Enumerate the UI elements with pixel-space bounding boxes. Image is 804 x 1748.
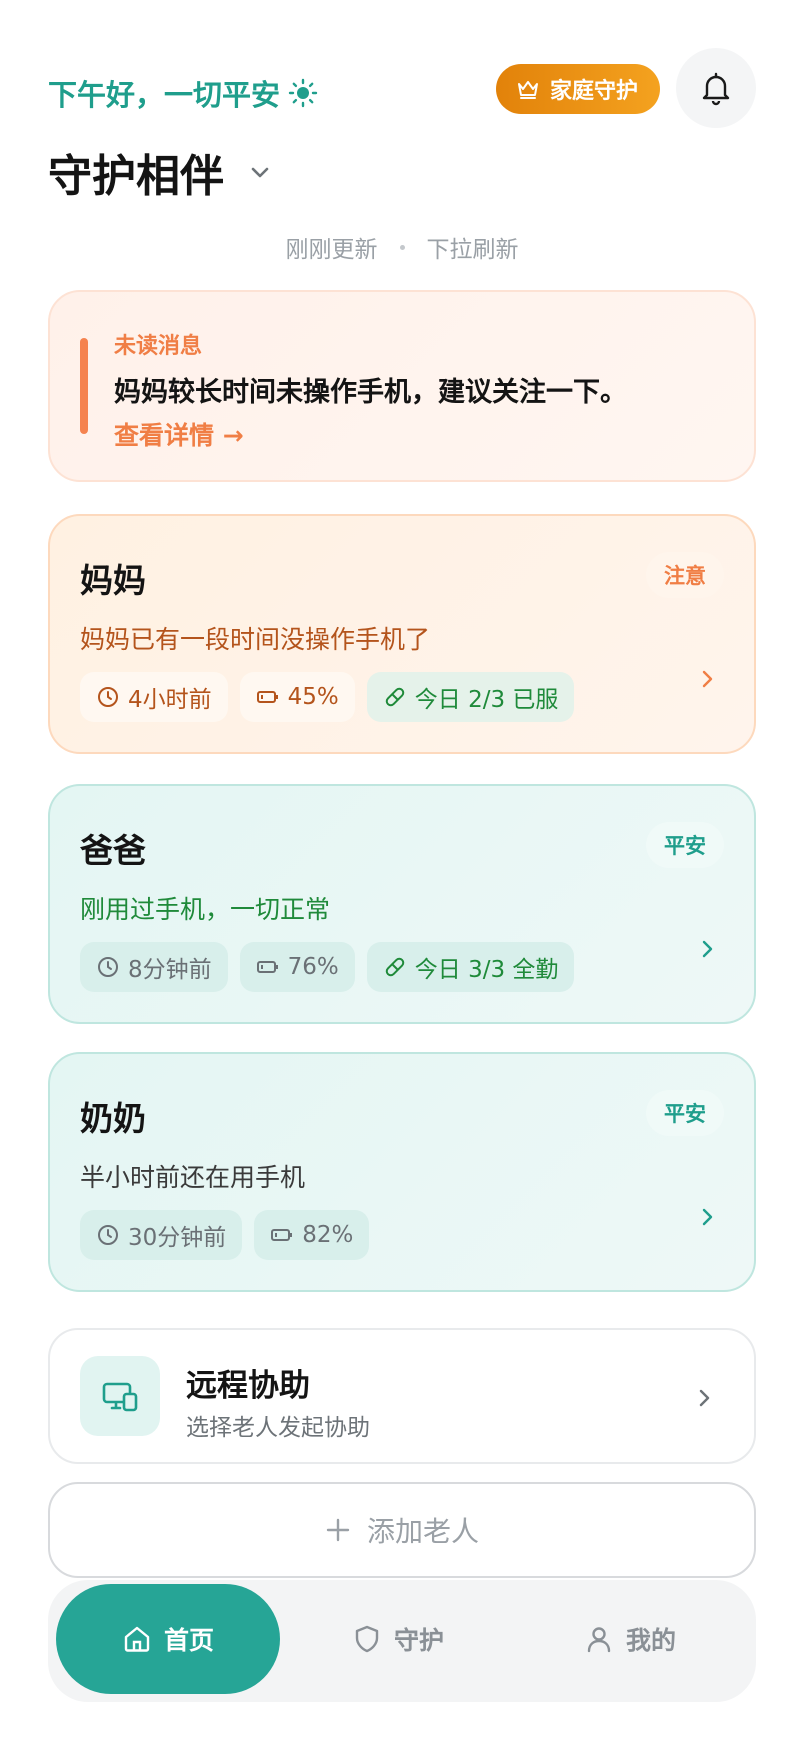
add-elder-button[interactable]: 添加老人: [48, 1482, 756, 1578]
notification-button[interactable]: [676, 48, 756, 128]
person-name: 妈妈: [80, 561, 146, 600]
last-active-value: 4小时前: [128, 687, 212, 713]
user-icon: [587, 1627, 611, 1653]
plus-icon: [326, 1518, 350, 1542]
info-chips: 4小时前 45% 今日 2/3 已服: [80, 672, 575, 722]
battery-icon: [256, 691, 278, 703]
pill-icon: [385, 957, 405, 977]
person-message: 妈妈已有一段时间没操作手机了: [80, 625, 431, 654]
medication-chip: 今日 3/3 全勤: [366, 942, 575, 992]
medication-value: 今日 2/3 已服: [414, 687, 559, 713]
battery-chip: 82%: [254, 1210, 370, 1260]
status-badge: 注意: [646, 552, 724, 598]
tab-home[interactable]: 首页: [56, 1584, 280, 1694]
status-badge: 平安: [646, 822, 724, 868]
remote-icon-box: [80, 1356, 160, 1436]
greeting-text: 下午好，一切平安: [48, 78, 281, 112]
chevron-right-icon[interactable]: [696, 938, 718, 960]
header: 下午好，一切平安 家庭守护: [48, 48, 756, 128]
bell-icon: [702, 72, 730, 106]
unread-alert-card[interactable]: 未读消息 妈妈较长时间未操作手机，建议关注一下。 查看详情 →: [48, 290, 756, 482]
clock-icon: [98, 957, 118, 977]
info-chips: 8分钟前 76% 今日 3/3 全勤: [80, 942, 575, 992]
battery-icon: [271, 1229, 293, 1241]
battery-chip: 76%: [239, 942, 355, 992]
battery-value: 45%: [287, 684, 339, 710]
tab-home-label: 首页: [163, 1626, 214, 1655]
page-title: 守护相伴: [48, 151, 224, 202]
alert-accent-bar: [80, 338, 88, 434]
last-active-chip: 30分钟前: [80, 1210, 243, 1260]
battery-value: 76%: [287, 954, 339, 980]
last-active-chip: 4小时前: [80, 672, 228, 722]
last-active-value: 30分钟前: [128, 1225, 227, 1251]
person-name: 爸爸: [80, 831, 146, 870]
battery-value: 82%: [302, 1222, 354, 1248]
battery-icon: [256, 961, 278, 973]
medication-value: 今日 3/3 全勤: [414, 957, 559, 983]
person-message: 半小时前还在用手机: [80, 1163, 306, 1192]
add-elder-label: 添加老人: [366, 1515, 479, 1548]
tab-mine[interactable]: 我的: [540, 1584, 720, 1694]
person-message: 刚用过手机，一切正常: [80, 895, 331, 924]
info-chips: 30分钟前 82%: [80, 1210, 370, 1260]
separator-dot: [399, 244, 405, 250]
person-card-mom[interactable]: 妈妈 注意 妈妈已有一段时间没操作手机了 4小时前 45% 今日 2/3 已服: [48, 514, 756, 754]
devices-icon: [102, 1382, 138, 1412]
bottom-tab-bar: 首页 守护 我的: [48, 1580, 756, 1702]
battery-chip: 45%: [239, 672, 355, 722]
home-icon: [124, 1626, 150, 1652]
chevron-down-icon[interactable]: [246, 158, 274, 186]
last-active-chip: 8分钟前: [80, 942, 228, 992]
sun-icon: [288, 78, 318, 108]
tab-guard-label: 守护: [393, 1626, 444, 1655]
clock-icon: [98, 687, 118, 707]
chevron-right-icon[interactable]: [696, 1206, 718, 1228]
medication-chip: 今日 2/3 已服: [366, 672, 575, 722]
pill-icon: [385, 687, 405, 707]
tab-guard[interactable]: 守护: [308, 1584, 488, 1694]
clock-icon: [98, 1225, 118, 1245]
person-card-dad[interactable]: 爸爸 平安 刚用过手机，一切正常 8分钟前 76% 今日 3/3 全勤: [48, 784, 756, 1024]
family-guard-label: 家庭守护: [549, 79, 638, 104]
remote-assist-card[interactable]: 远程协助 选择老人发起协助: [48, 1328, 756, 1464]
status-badge: 平安: [646, 1090, 724, 1136]
alert-label: 未读消息: [114, 334, 203, 359]
remote-assist-title: 远程协助: [186, 1368, 310, 1404]
greeting: 下午好，一切平安: [48, 72, 318, 114]
chevron-right-icon[interactable]: [696, 668, 718, 690]
tab-mine-label: 我的: [625, 1626, 676, 1655]
family-guard-button[interactable]: 家庭守护: [495, 64, 660, 114]
remote-assist-subtitle: 选择老人发起协助: [186, 1415, 370, 1441]
view-details-link[interactable]: 查看详情 →: [114, 416, 244, 452]
chevron-right-icon[interactable]: [692, 1386, 716, 1410]
person-card-grandma[interactable]: 奶奶 平安 半小时前还在用手机 30分钟前 82%: [48, 1052, 756, 1292]
crown-icon: [517, 81, 538, 99]
person-name: 奶奶: [80, 1099, 146, 1138]
updated-text: 刚刚更新: [285, 237, 378, 263]
refresh-status: 刚刚更新 下拉刷新: [0, 230, 804, 264]
alert-message: 妈妈较长时间未操作手机，建议关注一下。: [114, 377, 627, 408]
title-row[interactable]: 守护相伴: [48, 140, 274, 204]
last-active-value: 8分钟前: [128, 957, 212, 983]
shield-icon: [355, 1625, 379, 1653]
pull-refresh-text: 下拉刷新: [426, 237, 519, 263]
